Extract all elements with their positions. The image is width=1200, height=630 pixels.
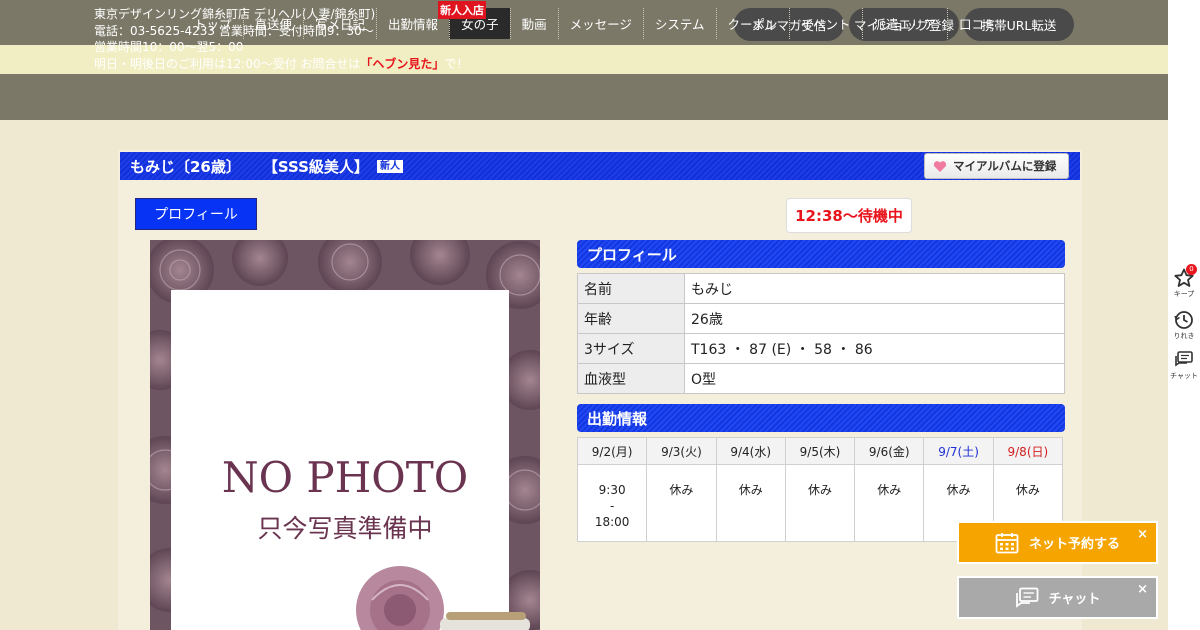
nav-item-6[interactable]: メッセージ <box>557 8 643 39</box>
history-icon <box>1174 311 1193 329</box>
schedule-heading: 出勤情報 <box>577 404 1065 432</box>
notice-text: 明日・明後日のご利用は12:00～受付 お問合せは <box>94 56 361 71</box>
profile-value: T163 ・ 87 (E) ・ 58 ・ 86 <box>684 333 1065 364</box>
tab-profile[interactable]: プロフィール <box>135 198 257 230</box>
schedule-time: 休み <box>669 483 694 497</box>
schedule-cell: 休み <box>646 464 717 542</box>
schedule-time: - <box>609 499 615 513</box>
table-row: 年齢 26歳 <box>577 303 1065 334</box>
nav-item-4[interactable]: 女の子 新人入店 <box>438 1 510 39</box>
schedule-time: 9:30 <box>598 483 626 497</box>
schedule-date: 9/3(火) <box>646 437 717 465</box>
schedule-cell: 休み <box>715 464 786 542</box>
nav-item-label: システム <box>654 17 705 32</box>
profile-key: 血液型 <box>577 363 685 394</box>
schedule-date: 9/8(日) <box>992 437 1064 465</box>
history-button[interactable]: りれき <box>1168 310 1200 341</box>
keep-count-badge: 0 <box>1186 264 1197 275</box>
nav-item-label: イベント <box>800 17 851 32</box>
nav-item-11[interactable]: 口コミ <box>947 8 1008 39</box>
nav-item-2[interactable]: 写メ日記 <box>303 8 376 39</box>
profile-key: 3サイズ <box>577 333 685 364</box>
photo-preparing-text: 只今写真準備中 <box>257 514 432 543</box>
nav-item-label: 動画 <box>521 17 547 32</box>
table-row: 3サイズ T163 ・ 87 (E) ・ 58 ・ 86 <box>577 333 1065 364</box>
schedule-cell: 休み <box>854 464 925 542</box>
no-photo-text: NO PHOTO <box>222 453 468 502</box>
schedule-time: 休み <box>946 483 971 497</box>
profile-value: O型 <box>684 363 1065 394</box>
heart-icon <box>933 160 947 172</box>
chat-icon <box>1175 351 1193 367</box>
notice-highlight: 「ヘブン見た」 <box>360 56 445 71</box>
schedule-time: 休み <box>877 483 902 497</box>
nav-item-9[interactable]: イベント <box>788 8 862 39</box>
no-photo-image: NO PHOTO 只今写真準備中 <box>150 240 540 630</box>
nav-item-7[interactable]: システム <box>642 8 716 39</box>
table-row: 血液型 O型 <box>577 363 1065 394</box>
girl-catchphrase: 【SSS級美人】 <box>262 157 369 176</box>
schedule-time: 休み <box>738 483 763 497</box>
schedule-date: 9/4(水) <box>715 437 786 465</box>
schedule-date: 9/7(土) <box>923 437 994 465</box>
main-nav: トップ 直送便 写メ日記 出勤情報 女の子 新人入店 動画 メッセージ システム クーポン イベント… <box>183 1 1008 39</box>
close-icon[interactable]: × <box>1137 527 1148 542</box>
net-reserve-button[interactable]: ネット予約する × <box>957 521 1158 564</box>
nav-item-label: メッセージ <box>569 17 632 32</box>
schedule-time: 休み <box>1015 483 1040 497</box>
schedule-date: 9/6(金) <box>854 437 925 465</box>
schedule-time: 休み <box>807 483 832 497</box>
profile-heading: プロフィール <box>577 240 1065 268</box>
chat-label: チャット <box>1170 372 1198 380</box>
nav-item-label: 出勤情報 <box>388 17 439 32</box>
new-arrival-badge: 新人入店 <box>438 1 487 19</box>
calendar-icon <box>995 532 1019 553</box>
reserve-label: ネット予約する <box>1028 537 1120 552</box>
shop-hours-line: 営業時間10：00～翌5：00 <box>94 40 244 54</box>
chat-float-button[interactable]: チャット × <box>957 576 1158 619</box>
schedule-cell: 休み <box>784 464 856 542</box>
chat-bubble-icon <box>1015 587 1038 608</box>
nav-item-label: 直送便 <box>254 17 293 32</box>
history-label: りれき <box>1173 332 1195 340</box>
profile-value: 26歳 <box>684 303 1065 334</box>
add-to-album-button[interactable]: マイアルバムに登録 <box>924 153 1069 179</box>
nav-item-label: 派遣エリア <box>873 17 937 32</box>
keep-label: キープ <box>1173 290 1195 298</box>
keep-button[interactable]: 0 キープ <box>1168 264 1200 299</box>
nav-item-10[interactable]: 派遣エリア <box>861 8 948 39</box>
nav-item-1[interactable]: 直送便 <box>242 8 304 39</box>
girl-photo: NO PHOTO 只今写真準備中 <box>150 240 540 630</box>
shop-notice-line: 明日・明後日のご利用は12:00～受付 お問合せは「ヘブン見た」で！ <box>94 56 468 73</box>
schedule-date: 9/2(月) <box>576 437 648 465</box>
nav-item-label: トップ <box>194 17 232 32</box>
schedule-date: 9/5(木) <box>784 437 856 465</box>
girl-name: もみじ〔26歳〕 <box>130 157 241 176</box>
nav-item-0[interactable]: トップ <box>183 8 243 39</box>
profile-table: 名前 もみじ 年齢 26歳 3サイズ T163 ・ 87 (E) ・ 58 ・ 86 … <box>577 273 1065 394</box>
nav-item-label: 口コミ <box>959 17 997 32</box>
album-button-label: マイアルバムに登録 <box>953 159 1057 173</box>
profile-value: もみじ <box>684 273 1065 304</box>
schedule-time: 18:00 <box>594 515 630 529</box>
table-row: 名前 もみじ <box>577 273 1065 304</box>
schedule-cell: 9:30 - 18:00 <box>576 464 648 542</box>
nav-item-label: クーポン <box>727 17 778 32</box>
side-chat-button[interactable]: チャット <box>1168 350 1200 381</box>
new-badge: 新人 <box>376 159 403 173</box>
nav-item-5[interactable]: 動画 <box>509 8 558 39</box>
profile-key: 名前 <box>577 273 685 304</box>
nav-item-8[interactable]: クーポン <box>715 8 789 39</box>
main-nav-bar <box>0 74 1168 120</box>
close-icon[interactable]: × <box>1137 582 1148 597</box>
status-badge: 12:38～待機中 <box>786 198 912 233</box>
side-toolbar: 0 キープ りれき チャット <box>1168 0 1200 630</box>
nav-item-label: 写メ日記 <box>315 17 366 32</box>
notice-text-end: で！ <box>444 56 469 71</box>
chat-float-label: チャット <box>1048 592 1101 607</box>
schedule-header-row: 9/2(月) 9/3(火) 9/4(水) 9/5(木) 9/6(金) 9/7(土) 9/8(… <box>576 437 1064 465</box>
profile-key: 年齢 <box>577 303 685 334</box>
